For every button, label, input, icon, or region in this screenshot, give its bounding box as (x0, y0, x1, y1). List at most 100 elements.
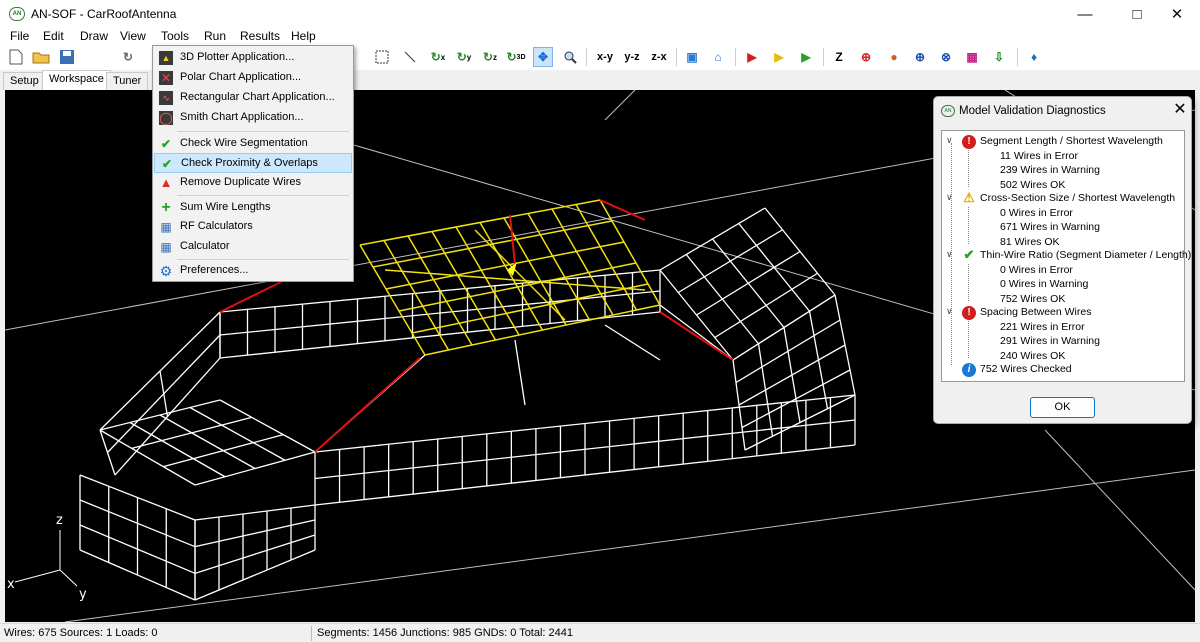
warning-icon: ⚠ (963, 190, 975, 205)
wire-segment (738, 344, 846, 406)
toolbar-separator (823, 48, 824, 66)
impedance-icon[interactable]: Z (829, 47, 849, 67)
rf-calc-icon: ▦ (160, 220, 172, 234)
menu-edit[interactable]: Edit (43, 29, 64, 43)
menu-3d-plotter[interactable]: ▲ 3D Plotter Application... (154, 48, 352, 68)
roof-grid-segment (527, 213, 591, 321)
tab-workspace[interactable]: Workspace (42, 70, 111, 90)
ok-button[interactable]: OK (1030, 397, 1095, 418)
wire-segment (194, 549, 316, 601)
currents-icon[interactable]: ⊕ (856, 47, 876, 67)
wire-segment (677, 229, 783, 294)
tab-setup[interactable]: Setup (3, 72, 46, 90)
chart-icon[interactable]: ▦ (962, 47, 982, 67)
menu-draw[interactable]: Draw (80, 29, 108, 43)
tools-dropdown-menu: ▲ 3D Plotter Application... ✕ Polar Char… (152, 45, 354, 282)
tree-guide (968, 264, 969, 301)
rotate-z-icon[interactable]: ↻ z (480, 47, 500, 67)
roof-grid-segment (474, 229, 566, 321)
menu-bar: File Edit Draw View Tools Run Results He… (0, 28, 1200, 44)
menu-rf-calculators[interactable]: ▦ RF Calculators (154, 217, 352, 237)
diagnostics-tree[interactable]: ∨ ! Segment Length / Shortest Wavelength… (941, 130, 1191, 382)
rotate-3d-icon[interactable]: ↻ 3D (506, 47, 526, 67)
wire-segment (163, 434, 284, 468)
tree-item: 0 Wires in Error (1000, 207, 1073, 219)
collapse-icon[interactable]: ∨ (946, 135, 956, 146)
check-icon: ✔ (963, 247, 975, 262)
3d-plot-icon: ▲ (159, 51, 173, 65)
menu-help[interactable]: Help (291, 29, 316, 43)
menu-remove-duplicates[interactable]: ▲ Remove Duplicate Wires (154, 173, 352, 193)
dialog-title: Model Validation Diagnostics (959, 105, 1106, 117)
new-file-icon[interactable] (6, 47, 26, 67)
pillar-wire (604, 324, 661, 361)
wire-segment (129, 421, 226, 478)
menu-check-proximity[interactable]: ✔ Check Proximity & Overlaps (154, 153, 352, 173)
roof-grid-segment (359, 199, 601, 246)
wire-segment (114, 357, 221, 476)
collapse-icon[interactable]: ∨ (946, 249, 956, 260)
tree-item: 0 Wires in Error (1000, 264, 1073, 276)
menu-file[interactable]: File (10, 29, 29, 43)
tree-group-segment-length[interactable]: ∨ ! Segment Length / Shortest Wavelength (942, 135, 1182, 149)
rotate-x-icon[interactable]: ↻ x (428, 47, 448, 67)
pan-icon[interactable]: ✥ (533, 47, 553, 67)
title-bar: AN AN-SOF - CarRoofAntenna — □ ✕ (0, 0, 1200, 28)
wire-segment (714, 272, 818, 339)
menu-separator (177, 131, 349, 132)
tree-item: 671 Wires in Warning (1000, 221, 1100, 233)
home-view-icon[interactable]: ⌂ (708, 47, 728, 67)
roof-grid-segment (431, 231, 497, 341)
run-red-icon[interactable]: ▶ (742, 47, 762, 67)
draw-line-icon[interactable] (400, 47, 420, 67)
menu-sum-wire-lengths[interactable]: + Sum Wire Lengths (154, 198, 352, 218)
menu-rect-chart[interactable]: ∿ Rectangular Chart Application... (154, 88, 352, 108)
collapse-icon[interactable]: ∨ (946, 192, 956, 203)
menu-results[interactable]: Results (240, 29, 280, 43)
close-icon[interactable]: ✕ (1170, 100, 1190, 120)
info-icon: i (962, 363, 976, 377)
run-green-icon[interactable]: ▶ (796, 47, 816, 67)
help-book-icon[interactable]: ♦ (1024, 47, 1044, 67)
calculator-icon: ▦ (160, 240, 172, 254)
view-zx-button[interactable]: z-x (647, 47, 671, 67)
roof-grid-segment (385, 241, 625, 290)
menu-separator (177, 259, 349, 260)
menu-check-segmentation[interactable]: ✔ Check Wire Segmentation (154, 134, 352, 154)
pattern-2d-icon[interactable]: ⊗ (936, 47, 956, 67)
open-folder-icon[interactable] (31, 47, 51, 67)
menu-tools[interactable]: Tools (161, 29, 189, 43)
tree-group-spacing[interactable]: ∨ ! Spacing Between Wires (942, 306, 1182, 320)
wire-segment (194, 519, 316, 548)
menu-run[interactable]: Run (204, 29, 226, 43)
save-icon[interactable] (57, 47, 77, 67)
tree-guide (968, 207, 969, 244)
axis-y-label: y (79, 587, 87, 602)
select-box-icon[interactable] (372, 47, 392, 67)
collapse-icon[interactable]: ∨ (946, 306, 956, 317)
close-window-icon[interactable]: ✕ (1154, 0, 1200, 28)
view-xy-button[interactable]: x-y (593, 47, 617, 67)
toolbar-separator (735, 48, 736, 66)
redo-icon[interactable]: ↻ (118, 47, 138, 67)
validation-dialog: AN Model Validation Diagnostics ✕ ∨ ! Se… (933, 96, 1192, 424)
run-yellow-icon[interactable]: ▶ (769, 47, 789, 67)
pattern-3d-icon[interactable]: ⊕ (910, 47, 930, 67)
rotate-y-icon[interactable]: ↻ y (454, 47, 474, 67)
menu-preferences[interactable]: ⚙ Preferences... (154, 261, 352, 281)
minimize-icon[interactable]: — (1062, 0, 1108, 28)
menu-calculator[interactable]: ▦ Calculator (154, 237, 352, 257)
tab-tuner[interactable]: Tuner (106, 72, 149, 90)
tree-group-cross-section[interactable]: ∨ ⚠ Cross-Section Size / Shortest Wavele… (942, 190, 1182, 206)
radiation-icon[interactable]: ● (884, 47, 904, 67)
menu-smith-chart[interactable]: ◯ Smith Chart Application... (154, 108, 352, 128)
menu-view[interactable]: View (120, 29, 146, 43)
export-icon[interactable]: ⇩ (989, 47, 1009, 67)
toolbar-separator (586, 48, 587, 66)
fit-view-icon[interactable]: ▣ (682, 47, 702, 67)
tree-group-thin-wire[interactable]: ∨ ✔ Thin-Wire Ratio (Segment Diameter / … (942, 247, 1191, 263)
view-yz-button[interactable]: y-z (620, 47, 644, 67)
zoom-icon[interactable] (560, 47, 580, 67)
tree-summary[interactable]: i 752 Wires Checked (942, 363, 1182, 377)
menu-polar-chart[interactable]: ✕ Polar Chart Application... (154, 68, 352, 88)
